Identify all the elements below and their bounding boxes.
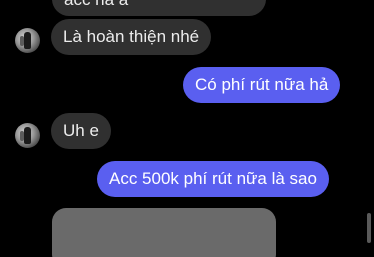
scrollbar[interactable] — [367, 213, 371, 243]
contact-avatar[interactable] — [15, 123, 40, 148]
message-outgoing[interactable]: Acc 500k phí rút nữa là sao — [97, 161, 329, 197]
image-attachment[interactable] — [52, 208, 276, 257]
message-text: Là hoàn thiện nhé — [63, 27, 200, 46]
message-outgoing[interactable]: Có phí rút nữa hả — [183, 67, 341, 103]
avatar-photo-figure — [24, 127, 31, 144]
contact-avatar[interactable] — [15, 28, 40, 53]
message-incoming[interactable]: Là hoàn thiện nhé — [51, 19, 212, 55]
message-text: Uh e — [63, 121, 99, 140]
message-text: Có phí rút nữa hả — [195, 75, 329, 94]
message-text: acc hả à — [64, 0, 128, 9]
avatar-photo-figure — [24, 32, 31, 49]
message-text: Acc 500k phí rút nữa là sao — [109, 169, 317, 188]
message-incoming[interactable]: acc hả à — [52, 0, 266, 16]
message-incoming[interactable]: Uh e — [51, 113, 111, 149]
chat-thread[interactable]: acc hả à Là hoàn thiện nhé Có phí rút nữ… — [0, 0, 374, 257]
